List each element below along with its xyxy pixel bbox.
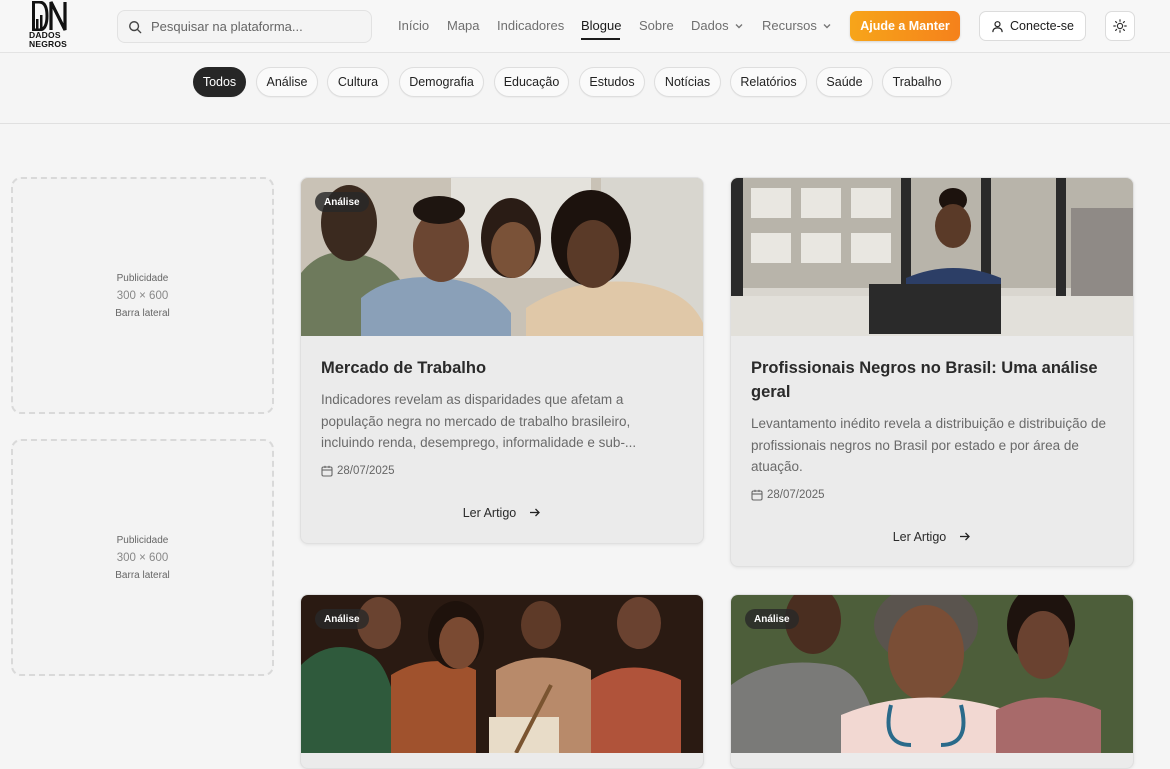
filter-chip-analise[interactable]: Análise: [256, 67, 318, 97]
article-image[interactable]: Análise: [301, 595, 703, 753]
search-box[interactable]: [117, 10, 372, 43]
sidebar-ad-slot[interactable]: Publicidade 300 × 600 Barra lateral: [11, 439, 274, 676]
read-article-label: Ler Artigo: [892, 529, 947, 544]
arrow-right-icon: [960, 532, 971, 541]
article-card[interactable]: Profissionais Negros no Brasil: Uma anál…: [730, 177, 1134, 567]
nav-sobre[interactable]: Sobre: [639, 18, 674, 33]
article-date: 28/07/2025: [321, 465, 683, 477]
category-badge: Análise: [315, 192, 369, 212]
article-date-text: 28/07/2025: [767, 488, 825, 501]
nav-blogue[interactable]: Blogue: [581, 18, 621, 33]
chevron-down-icon: [735, 23, 743, 28]
search-icon: [129, 20, 142, 33]
category-badge: Análise: [745, 609, 799, 629]
ad-position: Barra lateral: [115, 569, 170, 581]
article-title[interactable]: Profissionais Negros no Brasil: Uma anál…: [751, 356, 1113, 404]
article-card[interactable]: Análise: [730, 594, 1134, 769]
filter-chip-trabalho[interactable]: Trabalho: [882, 67, 952, 97]
read-article-link[interactable]: Ler Artigo: [321, 498, 683, 528]
article-image[interactable]: Análise: [301, 178, 703, 336]
article-date: 28/07/2025: [751, 489, 1113, 501]
read-article-link[interactable]: Ler Artigo: [751, 522, 1113, 552]
ad-size: 300 × 600: [116, 289, 169, 302]
filter-chip-estudos[interactable]: Estudos: [579, 67, 645, 97]
nav-dados-label: Dados: [691, 18, 729, 33]
article-image[interactable]: Análise: [731, 595, 1133, 753]
article-card[interactable]: Análise: [300, 594, 704, 769]
nav-mapa[interactable]: Mapa: [447, 18, 480, 33]
filter-chip-relatorios[interactable]: Relatórios: [730, 67, 807, 97]
filter-chip-noticias[interactable]: Notícias: [654, 67, 721, 97]
nav-active-underline: [581, 38, 620, 40]
logo-text-line2: NEGROS: [29, 39, 68, 49]
connect-button[interactable]: Conecte-se: [979, 11, 1086, 41]
article-image[interactable]: [731, 178, 1133, 336]
connect-button-label: Conecte-se: [1010, 19, 1074, 33]
theme-toggle-button[interactable]: [1105, 11, 1135, 41]
arrow-right-icon: [530, 508, 541, 517]
read-article-label: Ler Artigo: [462, 505, 517, 520]
filter-chip-cultura[interactable]: Cultura: [327, 67, 389, 97]
article-description: Indicadores revelam as disparidades que …: [321, 392, 637, 450]
calendar-icon: [751, 489, 763, 501]
logo-mark-icon: [32, 1, 67, 31]
top-header: DADOS NEGROS Início Mapa Indicadores Blo…: [0, 0, 1170, 53]
search-input[interactable]: [151, 19, 361, 34]
ad-size: 300 × 600: [116, 551, 169, 564]
logo-text: DADOS NEGROS: [29, 31, 73, 49]
category-badge: Análise: [315, 609, 369, 629]
filter-chip-todos[interactable]: Todos: [193, 67, 246, 97]
filter-chip-educacao[interactable]: Educação: [494, 67, 569, 97]
ad-label: Publicidade: [116, 272, 169, 284]
article-description: Levantamento inédito revela a distribuiç…: [751, 416, 1106, 474]
nav-inicio[interactable]: Início: [398, 18, 429, 33]
category-filter-bar: Todos Análise Cultura Demografia Educaçã…: [0, 53, 1170, 124]
article-title[interactable]: Mercado de Trabalho: [321, 356, 683, 380]
nav-indicadores[interactable]: Indicadores: [497, 18, 564, 33]
article-card[interactable]: Análise Mercado de Trabalho Indicadores …: [300, 177, 704, 544]
nav-recursos-label: Recursos: [762, 18, 817, 33]
sun-icon: [1113, 19, 1127, 33]
filter-chip-demografia[interactable]: Demografia: [399, 67, 484, 97]
nav-dados[interactable]: Dados: [691, 18, 744, 33]
article-photo-professional: [731, 178, 1133, 336]
support-button[interactable]: Ajude a Manter: [850, 11, 960, 41]
ad-label: Publicidade: [116, 534, 169, 546]
nav-recursos[interactable]: Recursos: [762, 18, 832, 33]
calendar-icon: [321, 465, 333, 477]
user-icon: [992, 20, 1003, 32]
site-logo[interactable]: DADOS NEGROS: [29, 1, 73, 51]
article-date-text: 28/07/2025: [337, 464, 395, 477]
chevron-down-icon: [823, 23, 831, 28]
sidebar-ad-slot[interactable]: Publicidade 300 × 600 Barra lateral: [11, 177, 274, 414]
ad-position: Barra lateral: [115, 307, 170, 319]
filter-chip-saude[interactable]: Saúde: [816, 67, 873, 97]
